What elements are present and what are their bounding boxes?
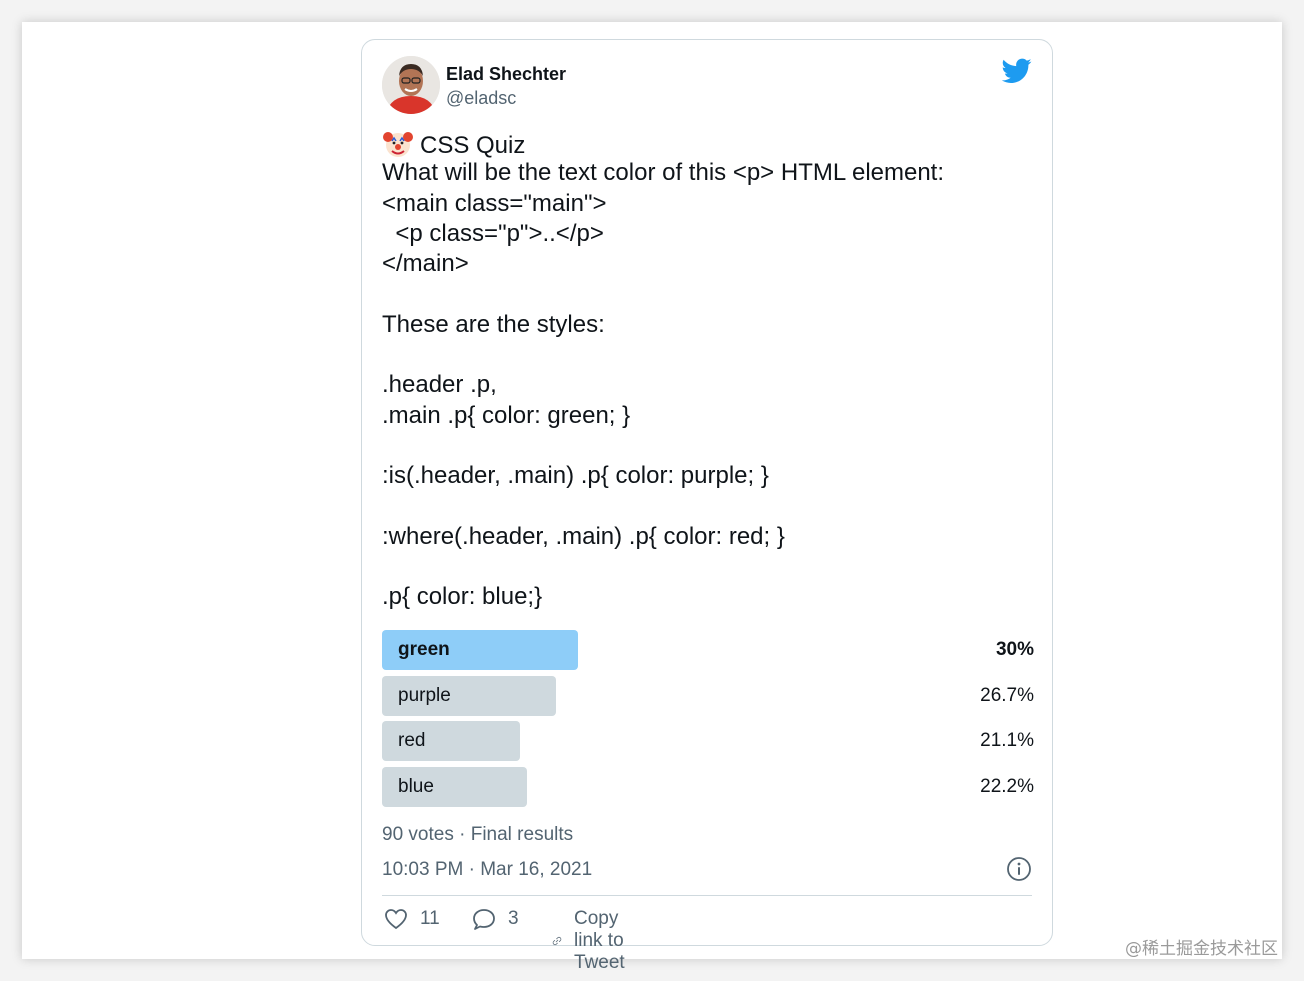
- author-name[interactable]: Elad Shechter: [446, 64, 566, 85]
- tweet-line: :where(.header, .main) .p{ color: red; }: [382, 522, 785, 550]
- tweet-line: <main class="main">: [382, 189, 607, 217]
- twitter-bird-icon[interactable]: [1002, 58, 1032, 84]
- reply-button[interactable]: 3: [472, 908, 519, 930]
- copy-link-label: Copy link to Tweet: [574, 908, 625, 973]
- tweet-line: What will be the text color of this <p> …: [382, 159, 945, 187]
- tweet-line: [382, 340, 1032, 370]
- reply-bubble-icon: [473, 909, 495, 930]
- poll-option-percent: 22.2%: [980, 775, 1034, 797]
- tweet-line: </main>: [382, 250, 469, 278]
- reply-count: 3: [508, 908, 519, 929]
- tweet-card: Elad Shechter @eladsc CSS Quiz What will…: [361, 39, 1053, 973]
- tweet-line: [382, 431, 1032, 461]
- heart-icon: [385, 909, 407, 930]
- poll-option-label: blue: [398, 775, 434, 797]
- link-icon: [552, 936, 562, 946]
- author-handle[interactable]: @eladsc: [446, 88, 516, 109]
- tweet-line: These are the styles:: [382, 310, 605, 338]
- poll-option-label: green: [398, 639, 450, 660]
- poll-option-percent: 26.7%: [980, 684, 1034, 706]
- poll-summary: 90 votes · Final results: [382, 824, 574, 845]
- tweet-line: :is(.header, .main) .p{ color: purple; }: [382, 462, 769, 490]
- info-icon[interactable]: [1006, 856, 1032, 882]
- poll-option-label: red: [398, 730, 426, 751]
- poll-option-percent: 30%: [995, 639, 1034, 660]
- watermark: @稀土掘金技术社区: [1125, 939, 1278, 959]
- avatar[interactable]: [382, 56, 440, 114]
- tweet-title: CSS Quiz: [420, 132, 526, 159]
- tweet-timestamp[interactable]: 10:03 PM · Mar 16, 2021: [382, 859, 592, 881]
- tweet-line: .header .p,: [382, 371, 497, 399]
- copy-link-button[interactable]: Copy link to Tweet: [552, 908, 639, 974]
- poll-option-green: green 30%: [382, 630, 1034, 670]
- poll-option-blue: blue 22.2%: [382, 766, 1034, 807]
- tweet-title-line: CSS Quiz: [382, 128, 1032, 159]
- tweet-line: [382, 552, 1032, 582]
- divider: [382, 895, 1032, 896]
- tweet-line: .p{ color: blue;}: [382, 583, 543, 611]
- poll-option-purple: purple 26.7%: [382, 675, 1034, 716]
- tweet-line: [382, 492, 1032, 522]
- like-button[interactable]: 11: [384, 908, 440, 930]
- clown-face-icon: [383, 132, 413, 157]
- tweet-line: <p class="p">..</p>: [382, 219, 604, 247]
- poll-option-red: red 21.1%: [382, 721, 1034, 761]
- like-count: 11: [420, 908, 440, 929]
- poll-option-label: purple: [398, 684, 451, 706]
- poll-option-percent: 21.1%: [980, 730, 1034, 751]
- poll: green 30% purple 26.7% red 21.1% blue 22…: [382, 630, 1034, 812]
- tweet-line: .main .p{ color: green; }: [382, 401, 631, 429]
- tweet-line: [382, 279, 1032, 309]
- tweet-text: CSS Quiz What will be the text color of …: [382, 128, 1032, 613]
